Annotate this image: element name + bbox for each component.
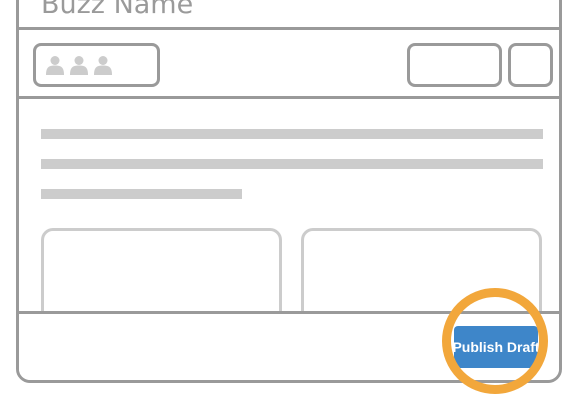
person-icon xyxy=(70,56,88,75)
text-placeholder-line xyxy=(41,189,242,199)
publish-draft-button[interactable]: Publish Draft xyxy=(452,326,540,368)
text-placeholder-line xyxy=(41,159,543,169)
divider xyxy=(19,96,559,99)
footer-divider xyxy=(19,311,559,314)
buzz-title: Buzz Name xyxy=(41,0,194,20)
person-icon xyxy=(94,56,112,75)
toolbar-small-button[interactable] xyxy=(508,43,553,87)
text-placeholder-line xyxy=(41,129,543,139)
members-selector[interactable] xyxy=(33,43,160,87)
person-icon xyxy=(46,56,64,75)
toolbar-button[interactable] xyxy=(407,43,502,87)
divider xyxy=(19,27,559,30)
